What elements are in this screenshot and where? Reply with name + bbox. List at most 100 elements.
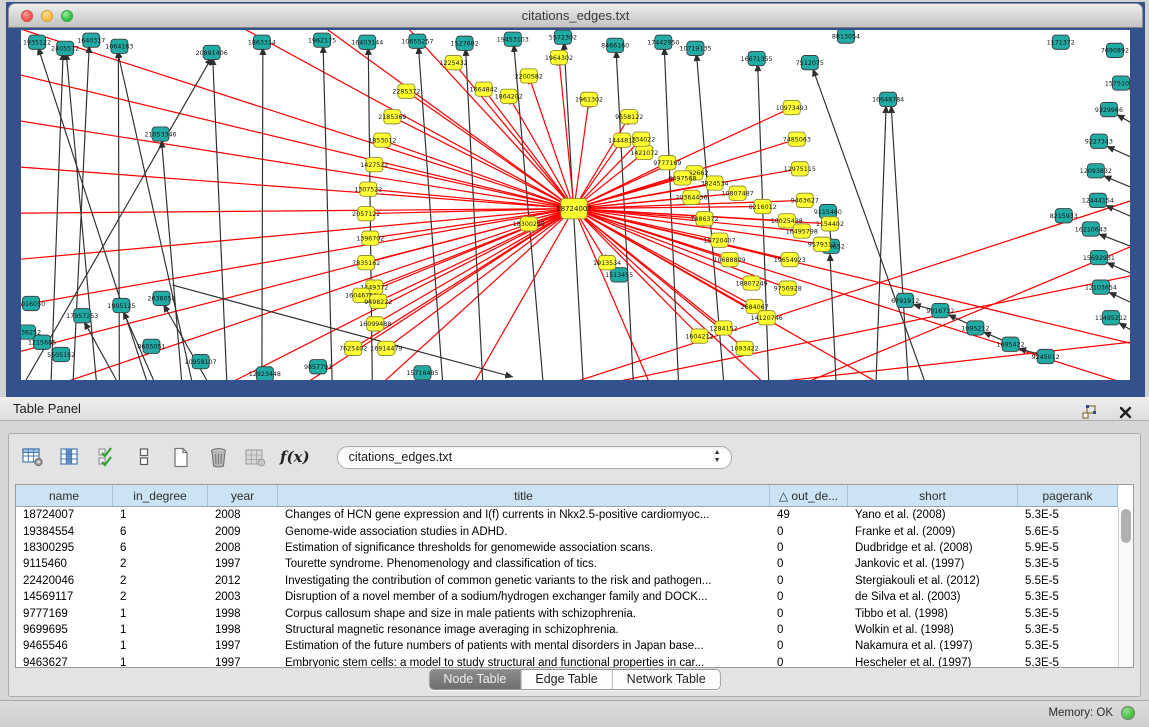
column-header-out_de[interactable]: △ out_de...	[770, 485, 848, 506]
table-cell: 9463627	[16, 655, 113, 668]
graph-node-label: 1154402	[816, 220, 844, 228]
graph-node-label: 1513455	[605, 271, 633, 279]
table-panel-body: f(x) citations_edges.txt ▲▼ namein_degre…	[0, 421, 1149, 700]
graph-node-label: 7690892	[1101, 47, 1129, 55]
graph-node-label: 5505152	[47, 351, 75, 359]
table-cell: Estimation of significance thresholds fo…	[278, 540, 770, 556]
graph-node-label: 16099488	[359, 320, 391, 328]
tab-edge-table[interactable]: Edge Table	[521, 670, 612, 689]
table-row[interactable]: 1938455462009Genome-wide association stu…	[16, 523, 1118, 539]
graph-node-label: 19654923	[774, 256, 806, 264]
graph-edge	[1107, 146, 1130, 167]
new-table-icon[interactable]	[169, 445, 193, 469]
graph-node-label: 10719135	[679, 45, 711, 53]
import-table-icon[interactable]	[243, 445, 267, 469]
graph-node-label: 1215685	[28, 339, 56, 347]
table-row[interactable]: 946554611997Estimation of the future num…	[16, 638, 1118, 654]
column-header-title[interactable]: title	[278, 485, 770, 506]
table-cell: 0	[770, 523, 848, 539]
tab-node-table[interactable]: Node Table	[429, 670, 521, 689]
graph-edge	[173, 285, 513, 377]
select-all-icon[interactable]	[95, 445, 119, 469]
graph-node-label: 15720407	[703, 237, 735, 245]
graph-edge	[1117, 115, 1130, 136]
dropdown-stepper-icon: ▲▼	[714, 449, 721, 465]
table-row[interactable]: 1456911722003Disruption of a novel membe…	[16, 589, 1118, 605]
graph-edge	[21, 112, 574, 209]
table-row[interactable]: 1830029562008Estimation of significance …	[16, 540, 1118, 556]
graph-node-label: 1962175	[308, 37, 336, 45]
vertical-scrollbar[interactable]	[1118, 507, 1133, 667]
graph-node-label: 11495212	[1095, 314, 1127, 322]
graph-node-label: 1307522	[354, 185, 382, 193]
citation-graph[interactable]: 1935122240557216403171064183208914061863…	[21, 30, 1130, 380]
scrollbar-thumb[interactable]	[1121, 509, 1131, 543]
table-cell: 5.3E-5	[1018, 556, 1118, 572]
show-rows-icon[interactable]	[132, 445, 156, 469]
window-titlebar[interactable]: citations_edges.txt	[8, 3, 1143, 28]
graph-node-label: 2405572	[51, 45, 79, 53]
delete-table-icon[interactable]	[206, 445, 230, 469]
network-canvas[interactable]: 1935122240557216403171064183208914061863…	[21, 30, 1130, 380]
table-cell: 1	[113, 655, 208, 668]
graph-edge	[66, 52, 96, 380]
graph-node-label: 1444812	[608, 137, 636, 145]
graph-node-label: 1640317	[77, 37, 105, 45]
graph-edge	[272, 30, 574, 209]
table-cell: 6	[113, 540, 208, 556]
table-cell: Dudbridge et al. (2008)	[848, 540, 1018, 556]
table-header-row[interactable]: namein_degreeyeartitle△ out_de...shortpa…	[16, 485, 1118, 507]
table-cell: Nakamura et al. (1997)	[848, 638, 1018, 654]
table-panel-title: Table Panel	[13, 401, 81, 416]
table-row[interactable]: 911546021997Tourette syndrome. Phenomeno…	[16, 556, 1118, 572]
window-title: citations_edges.txt	[9, 8, 1142, 23]
column-header-short[interactable]: short	[848, 485, 1018, 506]
graph-node-label: 20891406	[196, 49, 228, 57]
table-row[interactable]: 1872400712008Changes of HCN gene express…	[16, 507, 1118, 523]
graph-node-label: 6791912	[891, 297, 919, 305]
graph-node-label: 1171372	[1047, 39, 1075, 47]
memory-status-label: Memory: OK	[1048, 707, 1113, 719]
table-cell: 2012	[208, 573, 278, 589]
table-row[interactable]: 969969511998Structural magnetic resonanc…	[16, 622, 1118, 638]
graph-edge	[1104, 176, 1130, 197]
graph-node-label: 2285372	[392, 88, 420, 96]
graph-node-label: 12444154	[1082, 197, 1114, 205]
function-builder-icon[interactable]: f(x)	[280, 448, 310, 466]
table-cell: 5.3E-5	[1018, 589, 1118, 605]
show-columns-icon[interactable]	[58, 445, 82, 469]
column-header-pagerank[interactable]: pagerank	[1018, 485, 1118, 506]
tab-network-table[interactable]: Network Table	[613, 670, 720, 689]
graph-node-label: 8605051	[137, 343, 165, 351]
graph-node-label: 1527602	[451, 40, 479, 48]
table-row[interactable]: 2242004622012Investigating the contribut…	[16, 573, 1118, 589]
graph-edge	[418, 46, 442, 380]
table-body[interactable]: 1872400712008Changes of HCN gene express…	[16, 507, 1118, 667]
table-cell: 5.6E-5	[1018, 523, 1118, 539]
graph-node-label: 9463627	[791, 197, 819, 205]
graph-node-label: 10807487	[722, 190, 754, 198]
table-cell: 1997	[208, 638, 278, 654]
column-header-year[interactable]: year	[208, 485, 278, 506]
node-table[interactable]: namein_degreeyeartitle△ out_de...shortpa…	[15, 484, 1134, 668]
graph-node-label: 10973493	[776, 104, 808, 112]
table-options-icon[interactable]	[21, 445, 45, 469]
graph-node-label: 9756928	[774, 284, 802, 292]
graph-node-label: 1225432	[440, 59, 468, 67]
table-type-tabs[interactable]: Node TableEdge TableNetwork Table	[428, 669, 720, 690]
table-row[interactable]: 977716911998Corpus callosum shape and si…	[16, 605, 1118, 621]
graph-node-label: 12975115	[784, 165, 816, 173]
column-header-in_degree[interactable]: in_degree	[113, 485, 208, 506]
table-cell: 2009	[208, 523, 278, 539]
table-cell: 2	[113, 589, 208, 605]
table-row[interactable]: 946362711997Embryonic stem cells: a mode…	[16, 655, 1118, 668]
graph-node-label: 7512075	[796, 59, 824, 67]
network-view-window: citations_edges.txt 19351222405572164031…	[8, 3, 1143, 397]
column-header-name[interactable]: name	[16, 485, 113, 506]
table-cell: Franke et al. (2009)	[848, 523, 1018, 539]
graph-node-label: 6216012	[749, 203, 777, 211]
table-select-dropdown[interactable]: citations_edges.txt ▲▼	[337, 446, 732, 469]
table-cell: Stergiakouli et al. (2012)	[848, 573, 1018, 589]
graph-node-label: 9579312	[808, 241, 836, 249]
graph-edge	[21, 30, 574, 209]
